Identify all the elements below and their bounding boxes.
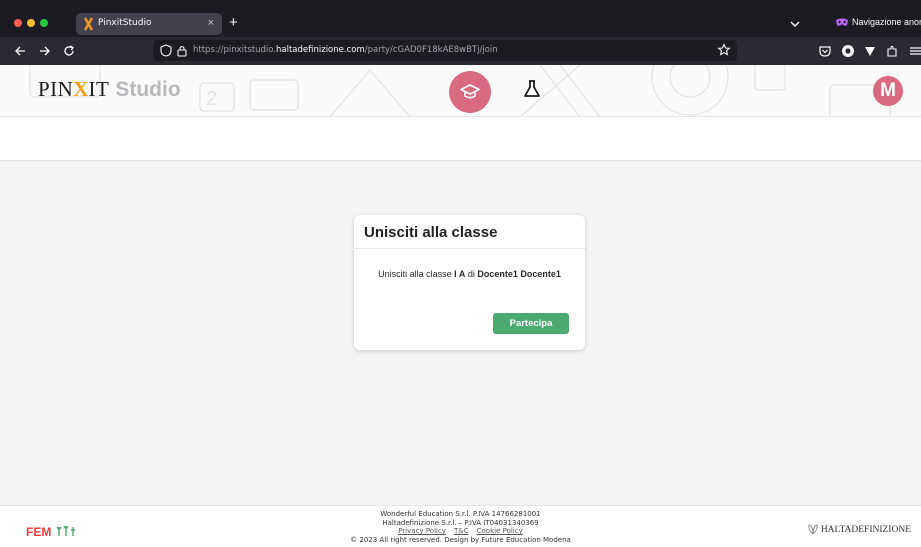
site-footer: FEM Wonderful Education S.r.l. P.IVA 147… bbox=[0, 505, 921, 547]
tab-close-icon[interactable]: × bbox=[208, 16, 214, 30]
chevron-down-icon[interactable] bbox=[788, 17, 802, 31]
lab-flask-icon[interactable] bbox=[521, 78, 543, 100]
footer-links: Privacy Policy T&C Cookie Policy bbox=[0, 527, 921, 536]
private-browsing-label: Navigazione anonima bbox=[852, 17, 921, 27]
leaf-logo-icon bbox=[808, 524, 818, 535]
teacher-name: Docente1 Docente1 bbox=[477, 269, 561, 279]
menu-icon[interactable] bbox=[908, 44, 921, 58]
graduation-cap-icon bbox=[460, 84, 480, 99]
footer-company-line: Wonderful Education S.r.l. P.IVA 1476628… bbox=[380, 510, 541, 518]
card-divider bbox=[354, 248, 585, 249]
sub-navigation-bar bbox=[0, 117, 921, 161]
footer-copyright: © 2023 All right reserved. Design by Fut… bbox=[350, 535, 571, 544]
classes-button[interactable] bbox=[449, 71, 491, 113]
close-window-button[interactable] bbox=[14, 19, 22, 27]
shield-icon[interactable] bbox=[160, 44, 172, 57]
tab-title: PinxitStudio bbox=[98, 18, 152, 28]
pinxit-favicon-icon bbox=[84, 17, 93, 31]
minimize-window-button[interactable] bbox=[27, 19, 35, 27]
user-avatar[interactable]: M bbox=[873, 76, 903, 106]
footer-company-line-2: Haltadefinizione S.r.l. – P.IVA IT040313… bbox=[382, 518, 539, 527]
bookmark-star-icon[interactable] bbox=[717, 43, 731, 57]
browser-titlebar: PinxitStudio × + Navigazione anonima bbox=[0, 0, 921, 37]
reload-icon[interactable] bbox=[62, 44, 76, 58]
forward-arrow-icon[interactable] bbox=[38, 44, 52, 58]
pocket-icon[interactable] bbox=[818, 44, 832, 58]
card-message: Unisciti alla classe I A di Docente1 Doc… bbox=[378, 269, 561, 279]
privacy-policy-link[interactable]: Privacy Policy bbox=[398, 527, 446, 535]
haltadefinizione-logo[interactable]: HALTADEFINIZIONE bbox=[807, 523, 911, 535]
card-title: Unisciti alla classe bbox=[364, 224, 498, 241]
class-name: I A bbox=[454, 269, 466, 279]
svg-text:2: 2 bbox=[206, 88, 217, 110]
browser-navbar: https://pinxitstudio.haltadefinizione.co… bbox=[0, 37, 921, 65]
maximize-window-button[interactable] bbox=[40, 19, 48, 27]
join-button[interactable]: Partecipa bbox=[493, 313, 569, 334]
extensions-puzzle-icon[interactable] bbox=[885, 44, 899, 58]
join-class-card: Unisciti alla classe Unisciti alla class… bbox=[354, 215, 585, 350]
browser-tab[interactable]: PinxitStudio × bbox=[76, 13, 222, 35]
back-arrow-icon[interactable] bbox=[13, 44, 27, 58]
url-text[interactable]: https://pinxitstudio.haltadefinizione.co… bbox=[193, 45, 498, 55]
new-tab-button[interactable]: + bbox=[229, 15, 238, 31]
address-bar[interactable]: https://pinxitstudio.haltadefinizione.co… bbox=[153, 40, 737, 61]
lock-icon[interactable] bbox=[177, 44, 187, 57]
private-browsing-indicator: Navigazione anonima bbox=[836, 16, 921, 30]
terms-link[interactable]: T&C bbox=[454, 527, 469, 535]
extension-v-icon[interactable] bbox=[863, 44, 877, 58]
site-header: 2 PINXIT Studio M bbox=[0, 65, 921, 117]
extension-g-icon[interactable] bbox=[841, 44, 855, 58]
pinxit-studio-logo[interactable]: PINXIT Studio bbox=[38, 77, 181, 102]
footer-legal: Wonderful Education S.r.l. P.IVA 1476628… bbox=[0, 510, 921, 544]
private-mask-icon bbox=[836, 18, 848, 26]
cookie-policy-link[interactable]: Cookie Policy bbox=[477, 527, 523, 535]
